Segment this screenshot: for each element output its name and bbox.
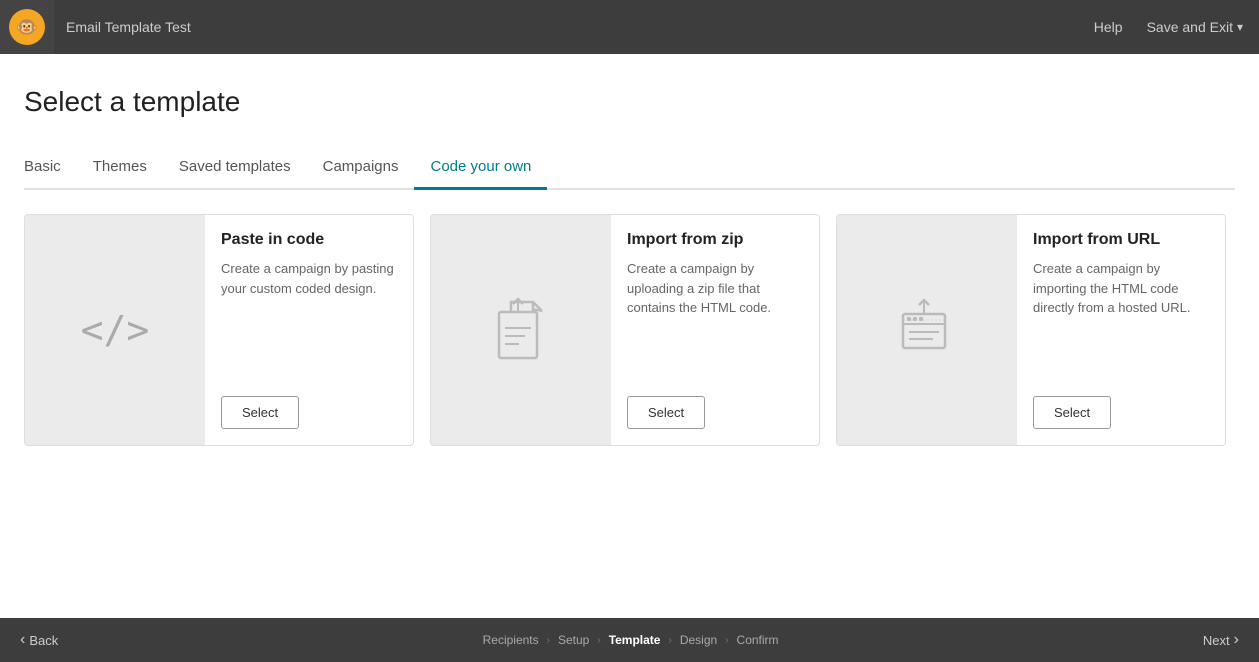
help-link[interactable]: Help — [1094, 19, 1123, 35]
nav-right: Help Save and Exit — [1094, 19, 1243, 35]
template-tabs: Basic Themes Saved templates Campaigns C… — [24, 150, 1235, 190]
step-arrow-3: › — [668, 635, 671, 646]
card-import-from-zip-select[interactable]: Select — [627, 396, 705, 429]
top-navigation: 🐵 Email Template Test Help Save and Exit — [0, 0, 1259, 54]
back-button[interactable]: Back — [20, 631, 58, 649]
step-setup: Setup — [558, 633, 589, 647]
card-import-from-url-select[interactable]: Select — [1033, 396, 1111, 429]
step-arrow-2: › — [597, 635, 600, 646]
card-import-from-zip-desc: Create a campaign by uploading a zip fil… — [627, 259, 803, 318]
save-exit-button[interactable]: Save and Exit — [1147, 19, 1243, 35]
main-content: Select a template Basic Themes Saved tem… — [0, 54, 1259, 618]
step-recipients: Recipients — [483, 633, 539, 647]
card-paste-in-code-image: </> — [25, 215, 205, 445]
next-button[interactable]: Next — [1203, 631, 1239, 649]
nav-title: Email Template Test — [66, 19, 1094, 35]
page-title: Select a template — [24, 86, 1235, 118]
card-paste-in-code: </> Paste in code Create a campaign by p… — [24, 214, 414, 446]
card-import-from-zip-body: Import from zip Create a campaign by upl… — [611, 215, 819, 445]
tab-code-your-own[interactable]: Code your own — [414, 150, 547, 190]
template-cards: </> Paste in code Create a campaign by p… — [24, 214, 1235, 446]
card-paste-in-code-select[interactable]: Select — [221, 396, 299, 429]
step-arrow-1: › — [547, 635, 550, 646]
card-import-from-url-image — [837, 215, 1017, 445]
upload-zip-icon — [489, 292, 553, 369]
card-import-from-url-body: Import from URL Create a campaign by imp… — [1017, 215, 1225, 445]
tab-campaigns[interactable]: Campaigns — [307, 150, 415, 190]
card-paste-in-code-title: Paste in code — [221, 231, 397, 249]
bottom-navigation: Back Recipients › Setup › Template › Des… — [0, 618, 1259, 662]
mailchimp-logo: 🐵 — [9, 9, 45, 45]
tab-saved-templates[interactable]: Saved templates — [163, 150, 307, 190]
code-icon: </> — [81, 308, 150, 352]
logo-area: 🐵 — [0, 0, 54, 54]
card-import-from-zip-image — [431, 215, 611, 445]
card-import-from-url-title: Import from URL — [1033, 231, 1209, 249]
step-confirm: Confirm — [737, 633, 779, 647]
card-import-from-zip: Import from zip Create a campaign by upl… — [430, 214, 820, 446]
step-template: Template — [609, 633, 661, 647]
step-design: Design — [680, 633, 717, 647]
step-arrow-4: › — [725, 635, 728, 646]
progress-steps: Recipients › Setup › Template › Design ›… — [483, 633, 779, 647]
card-import-from-zip-title: Import from zip — [627, 231, 803, 249]
tab-basic[interactable]: Basic — [24, 150, 77, 190]
card-import-from-url-desc: Create a campaign by importing the HTML … — [1033, 259, 1209, 318]
card-paste-in-code-desc: Create a campaign by pasting your custom… — [221, 259, 397, 298]
import-url-icon — [895, 292, 959, 369]
tab-themes[interactable]: Themes — [77, 150, 163, 190]
card-import-from-url: Import from URL Create a campaign by imp… — [836, 214, 1226, 446]
card-paste-in-code-body: Paste in code Create a campaign by pasti… — [205, 215, 413, 445]
